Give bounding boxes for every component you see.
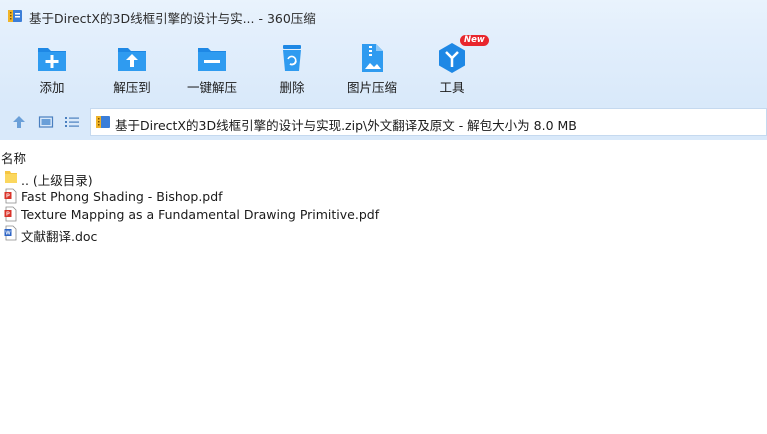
toolbar-label-add: 添加 bbox=[39, 80, 65, 95]
file-name: Fast Phong Shading - Bishop.pdf bbox=[21, 188, 223, 204]
svg-text:P: P bbox=[6, 212, 10, 218]
doc-icon: W bbox=[4, 225, 17, 240]
image-compress-icon bbox=[362, 44, 383, 72]
toolbar-label-delete: 删除 bbox=[279, 80, 305, 95]
toolbar-label-tools: 工具 bbox=[439, 80, 465, 95]
file-name: 文献翻译.doc bbox=[21, 228, 98, 244]
address-bar[interactable]: 基于DirectX的3D线框引擎的设计与实现.zip\外文翻译及原文 - 解包大… bbox=[90, 108, 767, 136]
zip-icon bbox=[96, 116, 110, 128]
delete-icon bbox=[283, 45, 301, 71]
toolbar-label-image-compress: 图片压缩 bbox=[346, 80, 397, 95]
address-row: 基于DirectX的3D线框引擎的设计与实现.zip\外文翻译及原文 - 解包大… bbox=[0, 104, 767, 140]
title-bar: 基于DirectX的3D线框引擎的设计与实... - 360压缩 bbox=[0, 0, 767, 32]
pdf-icon: P bbox=[4, 206, 17, 222]
tools-icon bbox=[439, 43, 465, 73]
one-click-extract-icon bbox=[198, 48, 226, 71]
file-name: Texture Mapping as a Fundamental Drawing… bbox=[21, 207, 380, 222]
image-compress-button[interactable]: 图片压缩 bbox=[337, 39, 407, 99]
column-header: 名称 bbox=[0, 144, 767, 166]
list-item[interactable]: .. (上级目录) bbox=[0, 168, 767, 188]
up-arrow-icon[interactable] bbox=[11, 114, 27, 130]
toolbar-label-one-click-extract: 一键解压 bbox=[186, 80, 237, 95]
window-title: 基于DirectX的3D线框引擎的设计与实... - 360压缩 bbox=[29, 11, 316, 26]
toolbar: 添加 解压到 一键解压 删除 图片压缩 New 工具 bbox=[0, 32, 767, 104]
archive-app-icon bbox=[8, 10, 22, 22]
add-folder-icon bbox=[38, 48, 66, 71]
delete-button[interactable]: 删除 bbox=[257, 39, 327, 99]
address-path: 基于DirectX的3D线框引擎的设计与实现.zip\外文翻译及原文 - 解包大… bbox=[115, 118, 577, 133]
tools-button[interactable]: New 工具 bbox=[417, 35, 489, 99]
list-item[interactable]: P Texture Mapping as a Fundamental Drawi… bbox=[0, 205, 767, 224]
list-item[interactable]: W 文献翻译.doc bbox=[0, 224, 767, 244]
archive-window: 基于DirectX的3D线框引擎的设计与实... - 360压缩 添加 解压到 bbox=[0, 0, 767, 434]
one-click-extract-button[interactable]: 一键解压 bbox=[177, 39, 247, 99]
extract-to-icon bbox=[118, 48, 146, 71]
new-badge: New bbox=[460, 35, 489, 46]
thumbnail-view-icon[interactable] bbox=[38, 114, 54, 130]
svg-text:W: W bbox=[5, 230, 11, 236]
file-list: .. (上级目录) P Fast Phong Shading - Bishop.… bbox=[0, 168, 767, 244]
add-button[interactable]: 添加 bbox=[17, 39, 87, 99]
svg-text:P: P bbox=[6, 193, 10, 199]
list-item[interactable]: P Fast Phong Shading - Bishop.pdf bbox=[0, 187, 767, 206]
extract-to-button[interactable]: 解压到 bbox=[97, 39, 167, 99]
pdf-icon: P bbox=[4, 188, 17, 203]
toolbar-label-extract-to: 解压到 bbox=[113, 80, 151, 95]
column-name-header[interactable]: 名称 bbox=[1, 148, 26, 167]
folder-icon bbox=[5, 171, 17, 183]
list-view-icon[interactable] bbox=[64, 114, 80, 130]
